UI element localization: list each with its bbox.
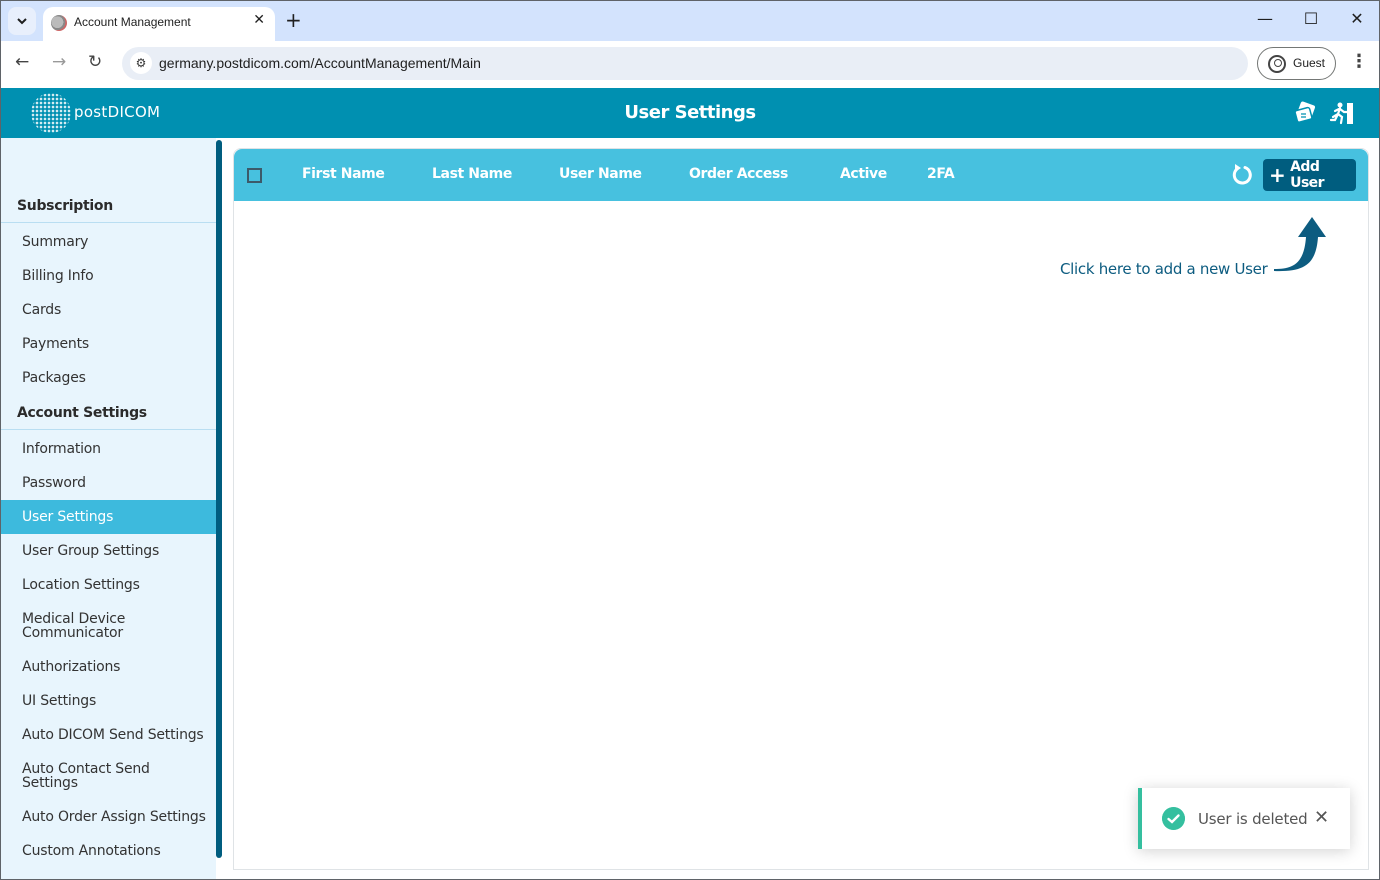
browser-window: Account Management ✕ + — ☐ ✕ ← → ↻ ⚙ ger…: [0, 0, 1380, 880]
minimize-icon[interactable]: —: [1255, 9, 1275, 28]
profile-button[interactable]: Guest: [1257, 47, 1336, 80]
add-user-hint: Click here to add a new User: [1060, 260, 1268, 278]
sidebar-item-authorizations[interactable]: Authorizations: [1, 650, 216, 684]
sidebar-item-user-group-settings[interactable]: User Group Settings: [1, 534, 216, 568]
back-arrow-icon[interactable]: ←: [15, 52, 29, 72]
sidebar: Subscription Summary Billing Info Cards …: [1, 138, 216, 879]
users-table-panel: First Name Last Name User Name Order Acc…: [233, 148, 1369, 870]
profile-icon: [1268, 55, 1286, 73]
browser-toolbar: ← → ↻ ⚙ germany.postdicom.com/AccountMan…: [1, 41, 1379, 87]
tab-list-button[interactable]: [8, 7, 36, 35]
app-header: postDICOM User Settings: [1, 88, 1379, 138]
tickets-icon[interactable]: [1293, 100, 1319, 126]
close-tab-icon[interactable]: ✕: [253, 12, 265, 28]
column-2fa[interactable]: 2FA: [927, 166, 955, 182]
sidebar-item-cards[interactable]: Cards: [1, 293, 216, 327]
column-active[interactable]: Active: [840, 166, 887, 182]
logout-exit-icon[interactable]: [1329, 100, 1355, 126]
sidebar-item-auto-order-assign-settings[interactable]: Auto Order Assign Settings: [1, 800, 216, 834]
sidebar-item-auto-contact-send-settings[interactable]: Auto Contact Send Settings: [1, 752, 216, 800]
chevron-down-icon: [17, 18, 27, 25]
sidebar-item-ui-settings[interactable]: UI Settings: [1, 684, 216, 718]
sidebar-item-auto-dicom-send-settings[interactable]: Auto DICOM Send Settings: [1, 718, 216, 752]
sidebar-item-billing-info[interactable]: Billing Info: [1, 259, 216, 293]
site-settings-icon[interactable]: ⚙: [130, 52, 152, 74]
sidebar-item-packages[interactable]: Packages: [1, 361, 216, 395]
toast-notification: User is deleted ✕: [1138, 788, 1350, 849]
favicon-icon: [51, 15, 67, 31]
tab-strip: Account Management ✕ + — ☐ ✕: [1, 1, 1379, 41]
column-user-name[interactable]: User Name: [559, 166, 642, 182]
add-user-label: Add User: [1290, 159, 1324, 191]
browser-tab[interactable]: Account Management ✕: [43, 7, 275, 41]
sidebar-item-information[interactable]: Information: [1, 432, 216, 466]
tab-title: Account Management: [74, 15, 191, 29]
sidebar-scrollbar[interactable]: [216, 138, 222, 879]
profile-label: Guest: [1293, 56, 1326, 70]
url-text[interactable]: germany.postdicom.com/AccountManagement/…: [159, 55, 481, 71]
sidebar-item-payments[interactable]: Payments: [1, 327, 216, 361]
sidebar-item-location-settings[interactable]: Location Settings: [1, 568, 216, 602]
forward-arrow-icon[interactable]: →: [52, 52, 66, 72]
column-first-name[interactable]: First Name: [302, 166, 385, 182]
plus-icon: +: [1269, 163, 1286, 187]
select-all-checkbox[interactable]: [247, 168, 262, 183]
sidebar-item-custom-annotations[interactable]: Custom Annotations: [1, 834, 216, 868]
address-bar[interactable]: ⚙ germany.postdicom.com/AccountManagemen…: [122, 47, 1248, 80]
table-header: First Name Last Name User Name Order Acc…: [234, 149, 1368, 201]
sidebar-item-password[interactable]: Password: [1, 466, 216, 500]
sidebar-item-medical-device-communicator[interactable]: Medical Device Communicator: [1, 602, 216, 650]
column-last-name[interactable]: Last Name: [432, 166, 512, 182]
more-menu-icon[interactable]: ⋮: [1350, 51, 1368, 72]
refresh-icon[interactable]: [1229, 162, 1255, 188]
page-title: User Settings: [624, 102, 756, 123]
sidebar-item-user-settings[interactable]: User Settings: [1, 500, 216, 534]
maximize-icon[interactable]: ☐: [1301, 9, 1321, 28]
toast-message: User is deleted: [1198, 810, 1308, 828]
sidebar-section-account-settings: Account Settings: [1, 396, 216, 430]
sidebar-section-subscription: Subscription: [1, 189, 216, 223]
window-close-icon[interactable]: ✕: [1347, 9, 1367, 28]
sidebar-scrollbar-thumb[interactable]: [216, 140, 222, 858]
new-tab-plus-icon[interactable]: +: [285, 8, 302, 32]
toast-close-icon[interactable]: ✕: [1314, 807, 1329, 828]
sidebar-item-summary[interactable]: Summary: [1, 225, 216, 259]
reload-icon[interactable]: ↻: [88, 52, 102, 72]
check-circle-icon: [1162, 807, 1185, 830]
curved-arrow-up-icon: [1274, 217, 1326, 272]
column-order-access[interactable]: Order Access: [689, 166, 788, 182]
add-user-button[interactable]: + Add User: [1263, 159, 1356, 191]
